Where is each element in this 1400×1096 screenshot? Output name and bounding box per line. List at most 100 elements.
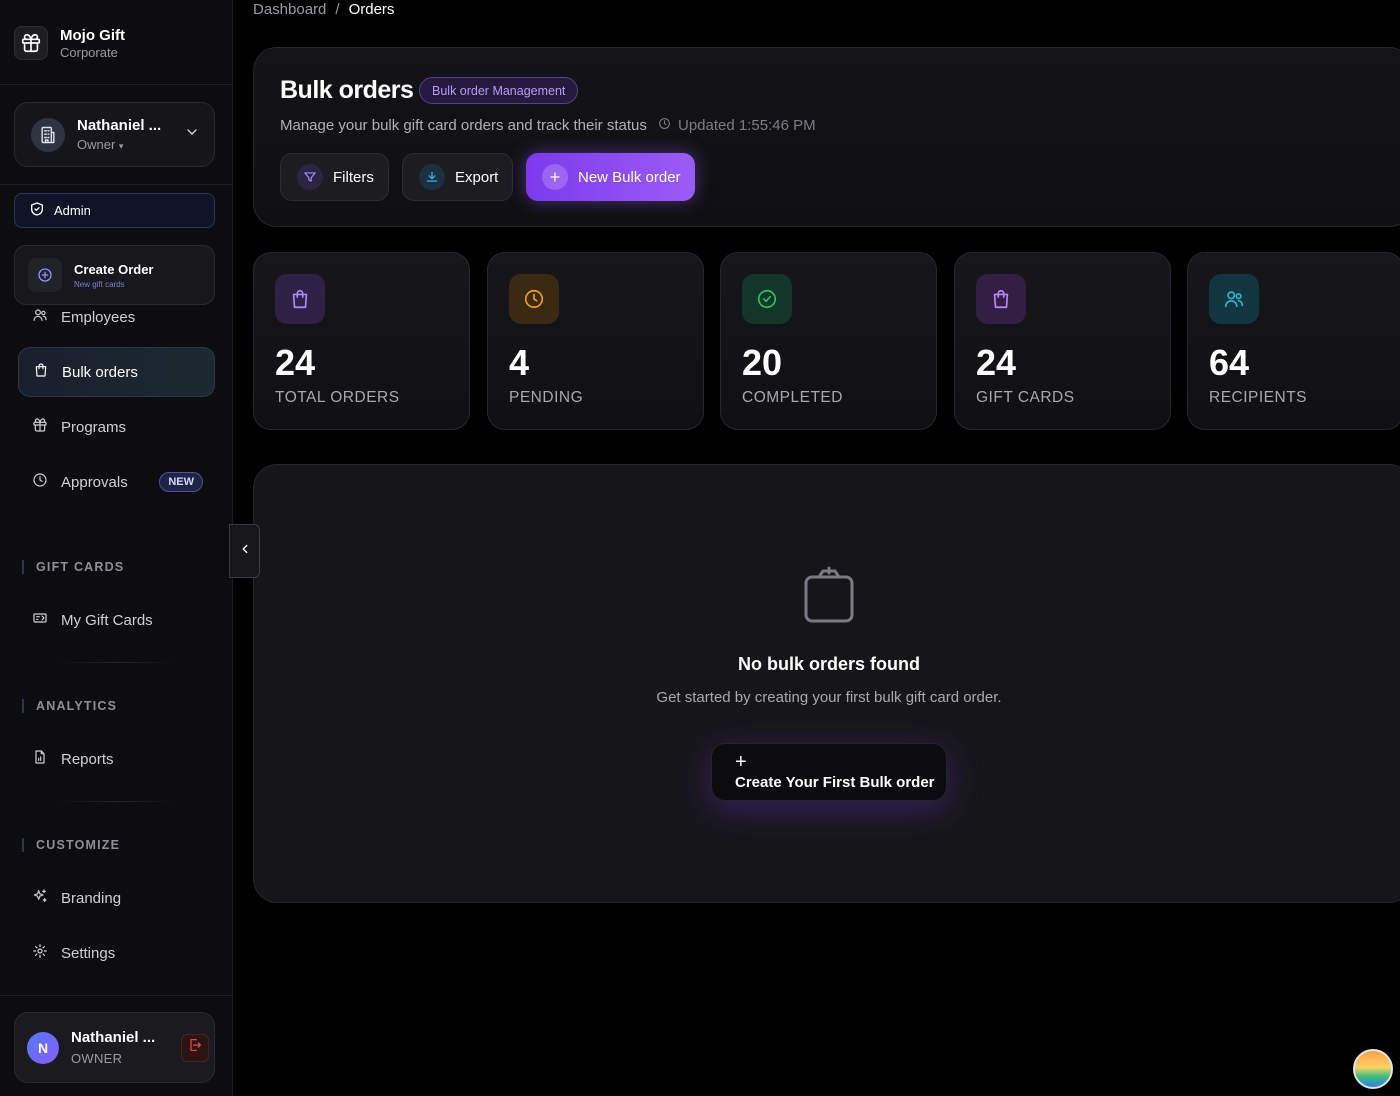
stat-card-recipients: 64 RECIPIENTS [1187,252,1400,430]
gift-icon [32,417,48,437]
page-header: Bulk orders Bulk order Management Manage… [253,47,1400,227]
stat-value: 64 [1209,342,1250,383]
gift-icon [14,26,48,60]
sidebar-item-approvals[interactable]: Approvals NEW [18,457,215,507]
sidebar-item-label: My Gift Cards [61,611,153,629]
plus-circle-icon [28,258,62,292]
stat-value: 24 [275,342,316,383]
filters-button[interactable]: Filters [280,153,389,201]
shopping-bag-icon [976,274,1026,324]
user-profile-card[interactable]: N Nathaniel ... OWNER [14,1012,215,1083]
logout-icon [187,1037,203,1058]
sidebar-item-bulk-orders[interactable]: Bulk orders [18,347,215,397]
users-icon [1209,274,1259,324]
gear-icon [32,943,48,963]
logout-button[interactable] [181,1033,209,1062]
stat-label: RECIPIENTS [1209,389,1308,406]
create-order-button[interactable]: Create Order New gift cards [14,245,215,305]
divider [0,84,233,85]
new-bulk-order-label: New Bulk order [578,168,681,186]
stat-value: 20 [742,342,783,383]
stat-label: TOTAL ORDERS [275,389,400,406]
create-order-subtitle: New gift cards [74,279,125,289]
admin-button[interactable]: Admin [14,193,215,228]
admin-label: Admin [54,203,91,218]
collapse-sidebar-button[interactable] [229,524,260,578]
sidebar-item-label: Programs [61,418,127,436]
filter-icon [297,164,323,190]
export-label: Export [455,168,499,186]
sidebar-item-reports[interactable]: Reports [18,734,215,784]
users-icon [32,307,48,327]
brand[interactable]: Mojo Gift Corporate [14,26,125,60]
breadcrumb-dashboard[interactable]: Dashboard [253,1,326,18]
stat-value: 4 [509,342,530,383]
sidebar-item-label: Employees [61,308,136,326]
user-role: OWNER [71,1051,123,1066]
stat-label: PENDING [509,389,584,406]
breadcrumb-current: Orders [348,1,395,18]
empty-state-title: No bulk orders found [738,654,920,674]
section-title-gift-cards: GIFT CARDS [22,560,124,574]
create-first-bulk-order-label: Create Your First Bulk order [735,774,935,791]
sidebar-item-label: Reports [61,750,114,768]
brand-subtitle: Corporate [60,44,118,60]
plus-icon: + [735,751,747,773]
page-description: Manage your bulk gift card orders and tr… [280,117,647,134]
stat-card-total-orders: 24 TOTAL ORDERS [253,252,470,430]
sidebar-item-label: Settings [61,944,116,962]
stat-card-pending: 4 PENDING [487,252,704,430]
breadcrumb: Dashboard / Orders [253,1,394,18]
chevron-down-icon [184,124,200,145]
account-role: Owner ▾ [77,137,124,152]
account-name: Nathaniel ... [77,117,162,134]
sidebar-item-label: Bulk orders [62,363,138,381]
sidebar-item-programs[interactable]: Programs [18,402,215,452]
updated-timestamp: Updated 1:55:46 PM [658,117,816,134]
sidebar-item-branding[interactable]: Branding [18,873,215,923]
new-badge: NEW [159,472,203,492]
sidebar-item-label: Approvals [61,473,128,491]
assistant-avatar[interactable] [1353,1049,1393,1089]
sidebar-item-settings[interactable]: Settings [18,928,215,978]
clock-icon [32,472,48,492]
divider [0,995,233,996]
sparkles-icon [32,888,48,908]
stat-label: COMPLETED [742,389,843,406]
stat-card-gift-cards: 24 GIFT CARDS [954,252,1171,430]
user-name: Nathaniel ... [71,1029,156,1046]
sidebar-item-my-gift-cards[interactable]: My Gift Cards [18,595,215,645]
stat-label: GIFT CARDS [976,389,1075,406]
empty-state-description: Get started by creating your first bulk … [656,689,1002,706]
brand-title: Mojo Gift [60,26,125,44]
clock-icon [509,274,559,324]
check-circle-icon [742,274,792,324]
divider [58,662,178,663]
shopping-bag-icon [275,274,325,324]
avatar: N [27,1031,59,1064]
divider [58,801,178,802]
section-title-analytics: ANALYTICS [22,699,117,713]
file-chart-icon [32,749,48,769]
filters-label: Filters [333,168,374,186]
account-switcher[interactable]: Nathaniel ... Owner ▾ [14,102,215,167]
page-badge: Bulk order Management [419,77,579,104]
shield-check-icon [29,201,45,220]
download-icon [419,164,445,190]
page-title: Bulk orders [280,76,414,104]
sidebar-item-label: Branding [61,889,122,907]
orders-empty-state: No bulk orders found Get started by crea… [253,464,1400,903]
export-button[interactable]: Export [402,153,513,201]
new-bulk-order-button[interactable]: New Bulk order [526,153,695,201]
create-order-title: Create Order [74,261,154,277]
section-title-customize: CUSTOMIZE [22,838,120,852]
stat-card-completed: 20 COMPLETED [720,252,937,430]
chevron-left-icon [238,542,252,561]
ticket-icon [32,610,48,630]
stat-value: 24 [976,342,1017,383]
building-icon [31,117,65,152]
updated-text: Updated 1:55:46 PM [678,117,816,134]
sidebar: Mojo Gift Corporate Nathaniel ... Owner … [0,0,233,1096]
divider [0,184,233,185]
create-first-bulk-order-button[interactable]: + Create Your First Bulk order [711,743,947,801]
